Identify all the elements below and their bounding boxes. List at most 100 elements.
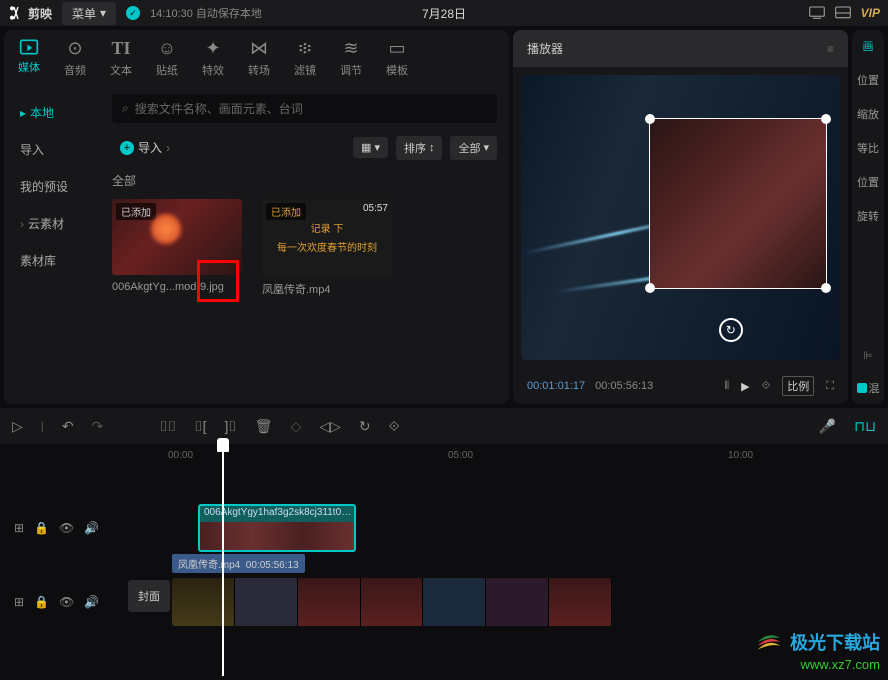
section-label-all: 全部	[112, 172, 497, 189]
select-tool-icon[interactable]: ▷	[12, 418, 23, 435]
filter-icon: ፨	[299, 38, 312, 59]
properties-panel: 画 位置 缩放 等比 位置 旋转 ⊫ 混	[852, 30, 884, 404]
resize-handle[interactable]	[821, 283, 831, 293]
prop-blend[interactable]: 混	[869, 380, 880, 396]
lock-icon[interactable]: 🔒	[34, 521, 49, 535]
prop-aspect[interactable]: 等比	[857, 140, 879, 156]
undo-icon[interactable]: ↶	[62, 418, 74, 435]
ruler-tick: 05:00	[448, 450, 473, 461]
sidebar-item-library[interactable]: 素材库	[4, 242, 100, 279]
player-header: 播放器 ≡	[513, 30, 848, 67]
template-icon: ▭	[388, 38, 405, 59]
ratio-button[interactable]: 比例	[782, 376, 814, 396]
magnet-icon[interactable]: ⊓⊔	[854, 418, 876, 435]
eye-icon[interactable]: 👁	[59, 521, 74, 535]
eye-icon[interactable]: 👁	[59, 595, 74, 609]
prev-frame-icon[interactable]: ⦀	[724, 380, 729, 393]
import-button[interactable]: + 导入 ›	[112, 135, 178, 160]
tab-adjust[interactable]: ≋调节	[334, 36, 368, 80]
split-icon[interactable]: ⌷⌷	[159, 418, 176, 435]
effects-icon: ✦	[205, 38, 220, 59]
timeline-ruler[interactable]: 00:00 05:00 10:00	[120, 444, 888, 468]
rotate-icon[interactable]: ↻	[359, 418, 371, 435]
player-panel: 播放器 ≡ ↻ 00:01:01:17 00:05:56:13 ⦀ ▶ ⟐	[513, 30, 848, 404]
add-track-icon[interactable]: ⊞	[14, 521, 24, 535]
transform-box[interactable]	[649, 118, 828, 289]
sidebar-item-cloud[interactable]: ›云素材	[4, 205, 100, 242]
timeline-clip[interactable]	[172, 578, 612, 626]
tab-text[interactable]: TI文本	[104, 36, 138, 80]
clip-label: 凤凰传奇.mp4 00:05:56:13	[172, 554, 305, 573]
chevron-right-icon: ›	[166, 141, 170, 155]
trim-right-icon[interactable]: ]⌷	[224, 418, 236, 435]
scissors-icon	[8, 5, 24, 21]
player-title: 播放器	[527, 40, 563, 57]
prop-rotation[interactable]: 旋转	[857, 208, 879, 224]
sticker-icon: ☺	[158, 38, 176, 59]
tool-tabs: 媒体 ⊙音频 TI文本 ☺贴纸 ✦特效 ⋈转场 ፨滤镜 ≋调节 ▭模板	[4, 30, 509, 86]
track-row: ⊞ 🔒 👁 🔊 006AkgtYgy1haf3g2sk8cj311t0…	[0, 498, 888, 558]
menu-button[interactable]: 菜单 ▾	[62, 2, 116, 25]
playhead[interactable]	[222, 446, 224, 676]
add-track-icon[interactable]: ⊞	[14, 595, 24, 609]
sidebar-item-presets[interactable]: 我的预设	[4, 168, 100, 205]
media-panel: 媒体 ⊙音频 TI文本 ☺贴纸 ✦特效 ⋈转场 ፨滤镜 ≋调节 ▭模板 ▸本地 …	[4, 30, 509, 404]
trim-left-icon[interactable]: ⌷[	[194, 418, 206, 435]
adjust-icon: ≋	[343, 38, 358, 59]
tab-transition[interactable]: ⋈转场	[242, 36, 276, 80]
media-filename: 006AkgtYg...mod·9.jpg	[112, 281, 242, 293]
tab-template[interactable]: ▭模板	[380, 36, 414, 80]
ruler-tick: 10:00	[728, 450, 753, 461]
search-input[interactable]: ⌕ 搜索文件名称、画面元素、台词	[112, 94, 497, 123]
sort-button[interactable]: 排序 ↕	[396, 136, 443, 160]
mute-icon[interactable]: 🔊	[84, 521, 99, 535]
media-item[interactable]: 已添加 05:57 记录 下 每一次欢度春节的时刻 凤凰传奇.mp4	[262, 199, 392, 297]
tab-audio[interactable]: ⊙音频	[58, 36, 92, 80]
resize-handle[interactable]	[645, 114, 655, 124]
align-icon[interactable]: ⊫	[863, 349, 873, 362]
grid-view-button[interactable]: ▦▾	[353, 137, 388, 158]
timeline-toolbar: ▷ | ↶ ↷ ⌷⌷ ⌷[ ]⌷ 🗑 ◇ ◁▷ ↻ ⟐ 🎤 ⊓⊔	[0, 408, 888, 444]
tag-icon[interactable]: ◇	[291, 418, 302, 435]
rotate-handle[interactable]: ↻	[719, 318, 743, 342]
prop-position[interactable]: 位置	[857, 72, 879, 88]
lock-icon[interactable]: 🔒	[34, 595, 49, 609]
app-name: 剪映	[28, 5, 52, 22]
duration-badge: 05:57	[363, 203, 388, 214]
media-filename: 凤凰传奇.mp4	[262, 281, 392, 297]
prop-scale[interactable]: 缩放	[857, 106, 879, 122]
mute-icon[interactable]: 🔊	[84, 595, 99, 609]
delete-icon[interactable]: 🗑	[255, 418, 273, 435]
sidebar-item-local[interactable]: ▸本地	[4, 94, 100, 131]
timeline-tracks: ⊞ 🔒 👁 🔊 006AkgtYgy1haf3g2sk8cj311t0… ⊞ 🔒…	[0, 498, 888, 632]
crop-tool-icon[interactable]: ⟐	[389, 418, 400, 435]
mirror-icon[interactable]: ◁▷	[319, 418, 341, 435]
fullscreen-icon[interactable]: ⛶	[826, 380, 834, 393]
vip-badge[interactable]: VIP	[861, 6, 880, 20]
total-timecode: 00:05:56:13	[595, 380, 653, 392]
play-icon[interactable]: ▶	[741, 380, 749, 393]
tab-sticker[interactable]: ☺贴纸	[150, 36, 184, 80]
track-row: ⊞ 🔒 👁 🔊 封面 凤凰传奇.mp4 00:05:56:13	[0, 572, 888, 632]
tab-media[interactable]: 媒体	[12, 36, 46, 80]
media-icon	[19, 38, 39, 56]
sidebar-item-import[interactable]: 导入	[4, 131, 100, 168]
audio-icon: ⊙	[67, 38, 82, 59]
keyboard-icon[interactable]	[809, 6, 825, 20]
crop-icon[interactable]: ⟐	[762, 380, 771, 393]
layout-icon[interactable]	[835, 6, 851, 20]
resize-handle[interactable]	[645, 283, 655, 293]
cover-button[interactable]: 封面	[128, 580, 170, 612]
mic-icon[interactable]: 🎤	[819, 418, 836, 435]
prop-position2[interactable]: 位置	[857, 174, 879, 190]
tab-effects[interactable]: ✦特效	[196, 36, 230, 80]
props-tab[interactable]: 画	[863, 38, 874, 54]
player-viewport[interactable]: ↻	[521, 75, 840, 360]
search-icon: ⌕	[122, 101, 129, 116]
filter-all-button[interactable]: 全部 ▾	[450, 136, 497, 160]
player-menu-icon[interactable]: ≡	[827, 42, 834, 56]
redo-icon[interactable]: ↷	[92, 418, 104, 435]
resize-handle[interactable]	[821, 114, 831, 124]
tab-filter[interactable]: ፨滤镜	[288, 36, 322, 80]
media-item[interactable]: 已添加 006AkgtYg...mod·9.jpg	[112, 199, 242, 297]
